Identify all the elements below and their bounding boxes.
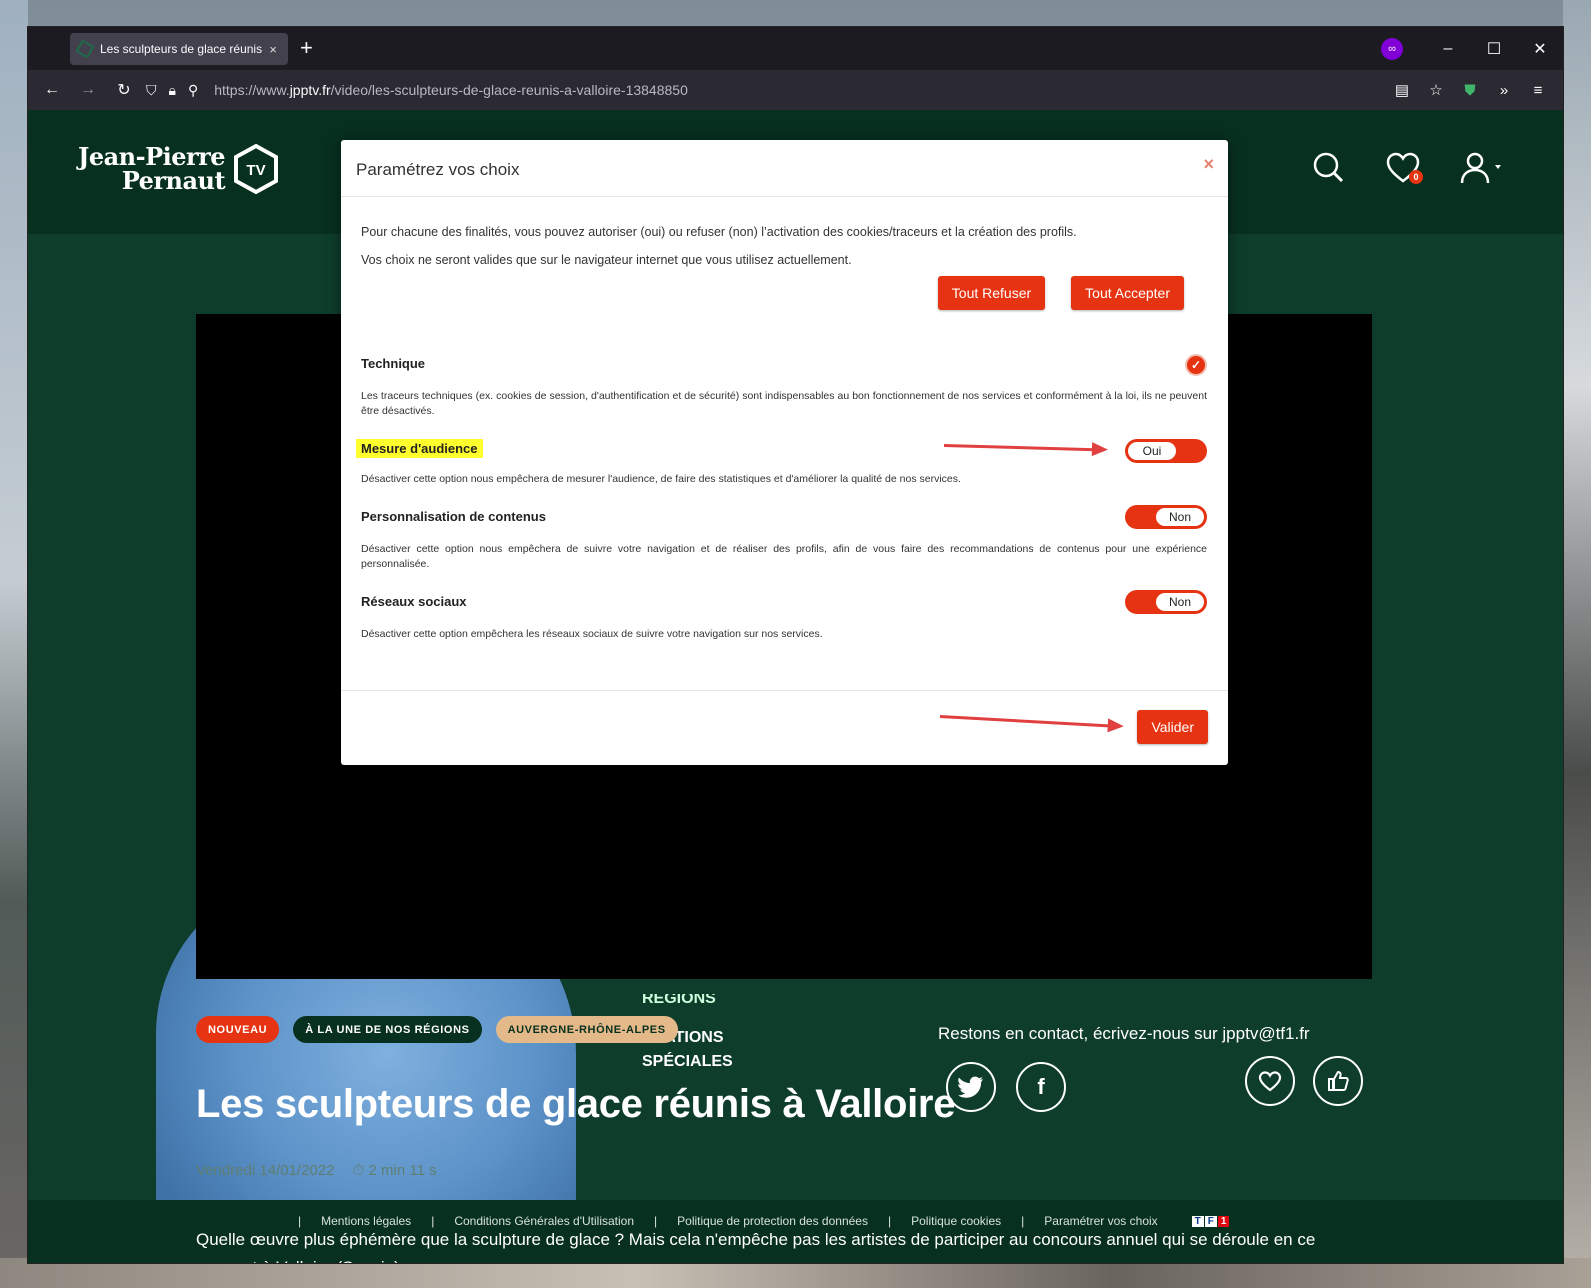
tracking-shield-icon[interactable]: ⛉ — [146, 82, 157, 99]
section-audience: Mesure d'audience Oui Désactiver cette o… — [356, 439, 1207, 487]
section-title: Mesure d'audience — [356, 439, 483, 458]
required-check-icon: ✓ — [1185, 354, 1207, 376]
close-tab-icon[interactable]: × — [266, 42, 280, 57]
tf1-logo[interactable]: T F 1 — [1191, 1215, 1230, 1227]
tab-title: Les sculpteurs de glace réunis à — [100, 42, 266, 56]
intro-text-2: Vos choix ne seront valides que sur le n… — [361, 253, 852, 267]
header-icons: 0 — [1311, 150, 1503, 186]
validate-button[interactable]: Valider — [1137, 710, 1208, 744]
contact-text: Restons en contact, écrivez-nous sur jpp… — [938, 1024, 1310, 1043]
social-networks-toggle[interactable]: Non — [1125, 590, 1207, 614]
modal-footer-divider — [341, 690, 1228, 691]
section-title: Réseaux sociaux — [361, 594, 467, 609]
logo-line-2: Pernaut — [121, 166, 226, 195]
reload-icon[interactable]: ↻ — [106, 80, 142, 100]
close-window-icon[interactable]: ✕ — [1517, 39, 1563, 59]
like-thumbs-up-icon[interactable] — [1313, 1056, 1363, 1106]
forward-icon[interactable]: → — [70, 81, 106, 99]
navigation-toolbar: ← → ↻ ⛉ 🔒︎ ⚲ https://www.jpptv.fr/video/… — [28, 70, 1563, 110]
svg-text:TV: TV — [246, 162, 265, 179]
toggle-label: Oui — [1128, 442, 1176, 460]
section-text: Désactiver cette option nous empêchera d… — [361, 543, 1207, 570]
section-text: Désactiver cette option empêchera les ré… — [361, 628, 823, 640]
section-text: Les traceurs techniques (ex. cookies de … — [361, 390, 1207, 417]
url-prefix: https://www. — [214, 82, 290, 98]
intro-text-1: Pour chacune des finalités, vous pouvez … — [361, 225, 1077, 239]
article-tags: NOUVEAU À LA UNE DE NOS RÉGIONS AUVERGNE… — [196, 1016, 678, 1043]
new-tab-button[interactable]: + — [300, 36, 313, 60]
app-menu-icon[interactable]: ≡ — [1521, 82, 1555, 99]
toggle-label: Non — [1156, 508, 1204, 526]
browser-tab-active[interactable]: Les sculpteurs de glace réunis à × — [70, 33, 288, 65]
modal-close-icon[interactable]: × — [1203, 154, 1214, 175]
article-actions — [1245, 1056, 1363, 1106]
url-text[interactable]: https://www.jpptv.fr/video/les-sculpteur… — [214, 82, 688, 98]
tf1-letter-1: 1 — [1217, 1215, 1230, 1227]
tf1-letter-f: F — [1204, 1215, 1217, 1227]
desktop-wallpaper-right — [1563, 0, 1591, 1288]
tag-new[interactable]: NOUVEAU — [196, 1016, 280, 1043]
modal-intro: Pour chacune des finalités, vous pouvez … — [361, 218, 1077, 274]
cookie-settings-modal: Paramétrez vos choix × Pour chacune des … — [341, 140, 1228, 765]
logo-text: Jean-Pierre Pernaut — [78, 145, 226, 195]
tf1-letter-t: T — [1191, 1215, 1204, 1227]
article-description: Quelle œuvre plus éphémère que la sculpt… — [196, 1230, 1316, 1263]
toggle-label: Non — [1156, 593, 1204, 611]
bookmark-star-icon[interactable]: ☆ — [1419, 81, 1453, 99]
reader-view-icon[interactable]: ▤ — [1385, 81, 1419, 99]
menu-item-speciales[interactable]: SPÉCIALES — [642, 1050, 733, 1074]
section-social-networks: Réseaux sociaux Non Désactiver cette opt… — [361, 590, 1207, 642]
url-path: /video/les-sculpteurs-de-glace-reunis-a-… — [330, 82, 688, 98]
section-technique: Technique ✓ Les traceurs techniques (ex.… — [361, 354, 1207, 419]
maximize-icon[interactable]: ☐ — [1471, 39, 1517, 59]
personalisation-toggle[interactable]: Non — [1125, 505, 1207, 529]
modal-header: Paramétrez vos choix — [341, 140, 1228, 197]
desktop-wallpaper-left — [0, 0, 28, 1288]
window-controls: – ☐ ✕ — [1425, 27, 1563, 70]
user-account-icon[interactable] — [1459, 150, 1503, 186]
url-domain: jpptv.fr — [289, 82, 331, 98]
tv-badge-icon: TV — [233, 143, 279, 195]
site-favicon-icon — [75, 39, 95, 59]
section-title: Technique — [361, 356, 426, 371]
bulk-choice-buttons: Tout Refuser Tout Accepter — [937, 276, 1184, 310]
twitter-share-icon[interactable] — [946, 1062, 996, 1112]
refuse-all-button[interactable]: Tout Refuser — [937, 276, 1046, 310]
audience-toggle[interactable]: Oui — [1125, 439, 1207, 463]
site-logo[interactable]: Jean-Pierre Pernaut TV — [78, 143, 279, 195]
section-title: Personnalisation de contenus — [361, 509, 546, 524]
permissions-icon[interactable]: ⚲ — [188, 82, 198, 99]
menu-item-regions[interactable]: RÉGIONS — [642, 994, 733, 1008]
section-personalisation: Personnalisation de contenus Non Désacti… — [361, 505, 1207, 572]
favorites-count-badge: 0 — [1409, 170, 1423, 184]
toolbar-right: ▤ ☆ ⛊ » ≡ — [1385, 70, 1555, 110]
private-browsing-icon: ∞ — [1381, 38, 1403, 60]
favorites-heart-icon[interactable]: 0 — [1385, 150, 1423, 186]
extension-shield-icon[interactable]: ⛊ — [1453, 82, 1487, 99]
annotation-arrow-validate — [939, 715, 1120, 729]
section-text: Désactiver cette option nous empêchera d… — [361, 473, 961, 485]
add-favorite-heart-icon[interactable] — [1245, 1056, 1295, 1106]
facebook-share-icon[interactable]: f — [1016, 1062, 1066, 1112]
address-bar[interactable]: ⛉ 🔒︎ ⚲ https://www.jpptv.fr/video/les-sc… — [146, 74, 1486, 106]
article-duration: ⏱ 2 min 11 s — [352, 1162, 437, 1179]
tag-region[interactable]: AUVERGNE-RHÔNE-ALPES — [495, 1016, 678, 1043]
modal-title: Paramétrez vos choix — [356, 160, 520, 179]
article-meta: Vendredi 14/01/2022 ⏱ 2 min 11 s — [196, 1162, 437, 1179]
lock-icon[interactable]: 🔒︎ — [169, 82, 176, 99]
back-icon[interactable]: ← — [34, 81, 70, 99]
article-title: Les sculpteurs de glace réunis à Valloir… — [196, 1082, 956, 1126]
search-icon[interactable] — [1311, 150, 1347, 186]
overflow-chevron-icon[interactable]: » — [1487, 82, 1521, 99]
browser-window: Les sculpteurs de glace réunis à × + ∞ –… — [28, 27, 1563, 1263]
social-share: f — [946, 1062, 1066, 1112]
minimize-icon[interactable]: – — [1425, 40, 1471, 58]
article-date: Vendredi 14/01/2022 — [196, 1162, 335, 1179]
tag-a-la-une[interactable]: À LA UNE DE NOS RÉGIONS — [293, 1016, 482, 1043]
accept-all-button[interactable]: Tout Accepter — [1071, 276, 1184, 310]
tab-bar: Les sculpteurs de glace réunis à × + ∞ –… — [28, 27, 1563, 70]
